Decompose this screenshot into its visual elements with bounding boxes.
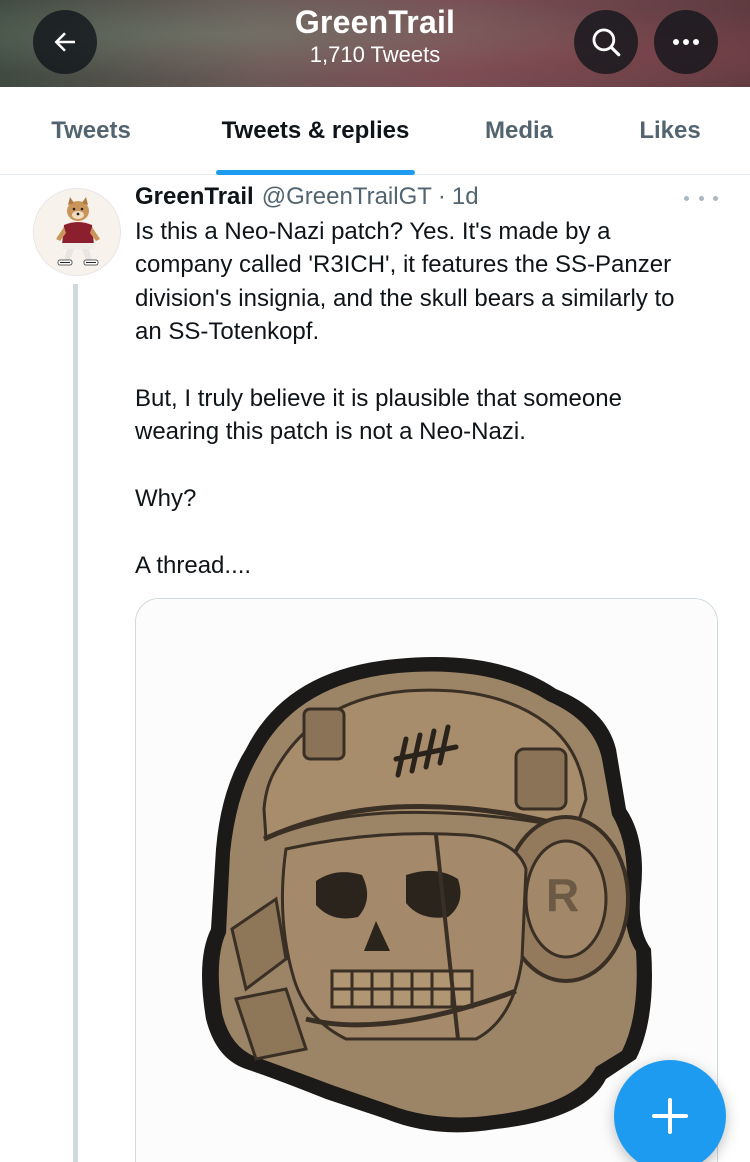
- tweet-paragraph: Is this a Neo-Nazi patch? Yes. It's made…: [135, 218, 675, 346]
- doge-avatar-icon: [34, 189, 120, 275]
- tab-tweets[interactable]: Tweets: [30, 87, 152, 175]
- earcup-logo-text: R: [546, 869, 579, 921]
- tweet-paragraph: Why?: [135, 485, 197, 513]
- profile-header: GreenTrail 1,710 Tweets: [0, 0, 750, 87]
- more-horizontal-icon: [673, 39, 699, 45]
- search-icon: [592, 28, 621, 57]
- tweet-text: Is this a Neo-Nazi patch? Yes. It's made…: [135, 215, 695, 582]
- tab-media[interactable]: Media: [462, 87, 576, 175]
- compose-plus-icon: [652, 1098, 688, 1134]
- more-button[interactable]: [654, 10, 718, 74]
- tab-tweets-and-replies[interactable]: Tweets & replies: [206, 87, 425, 175]
- active-tab-indicator: [216, 170, 415, 175]
- tweet-separator: ·: [437, 183, 446, 210]
- tweet-paragraph: But, I truly believe it is plausible tha…: [135, 385, 622, 446]
- tweet-timestamp[interactable]: 1d: [452, 183, 479, 211]
- compose-tweet-button[interactable]: [614, 1060, 726, 1162]
- tweet-more-options-icon[interactable]: [684, 187, 718, 209]
- profile-tabs: Tweets Tweets & replies Media Likes: [0, 87, 750, 175]
- thread-connector-line: [73, 284, 78, 1162]
- search-button[interactable]: [574, 10, 638, 74]
- avatar[interactable]: [33, 188, 121, 276]
- tweet-header: GreenTrail @GreenTrailGT · 1d: [135, 183, 479, 215]
- dot: [698, 195, 704, 201]
- tweet-author-name[interactable]: GreenTrail: [135, 183, 254, 211]
- dot: [684, 195, 689, 201]
- tab-likes[interactable]: Likes: [622, 87, 718, 175]
- tweet-author-handle[interactable]: @GreenTrailGT: [262, 183, 432, 211]
- dot: [713, 195, 718, 201]
- tweet-paragraph: A thread....: [135, 552, 252, 580]
